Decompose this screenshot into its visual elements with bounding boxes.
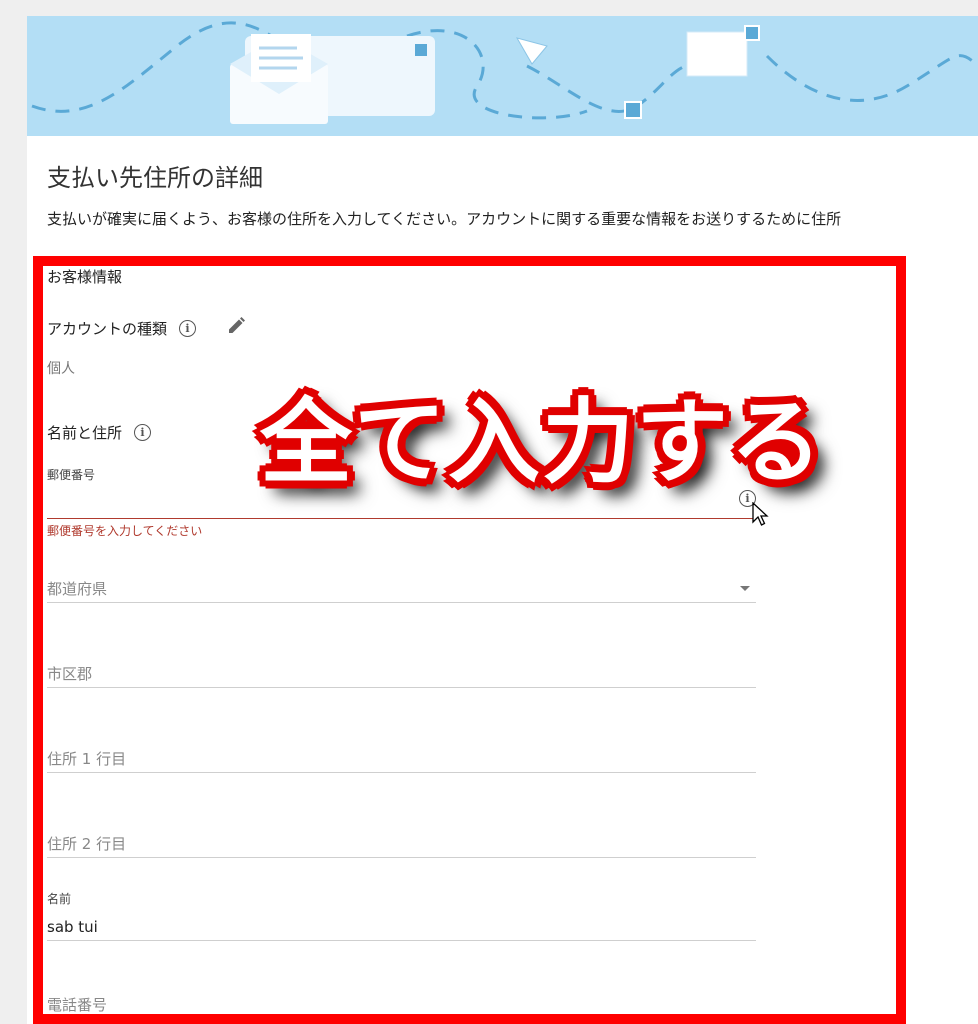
- annotation-callout: 全て入力する: [260, 389, 825, 496]
- address-line2-field: [47, 831, 756, 858]
- address-line1-field: [47, 746, 756, 773]
- city-input[interactable]: [47, 661, 756, 687]
- info-icon[interactable]: i: [179, 319, 197, 337]
- phone-input[interactable]: [47, 992, 756, 1018]
- header-banner: [27, 16, 978, 136]
- page-description: 支払いが確実に届くよう、お客様の住所を入力してください。アカウントに関する重要な…: [47, 210, 842, 228]
- name-label: 名前: [47, 892, 72, 906]
- address-line1-input[interactable]: [47, 746, 756, 772]
- name-address-label: 名前と住所: [47, 424, 123, 442]
- prefecture-select[interactable]: [47, 576, 756, 603]
- account-type-row: アカウントの種類 i: [47, 316, 246, 340]
- address-line2-input[interactable]: [47, 831, 756, 857]
- mouse-cursor-icon: [752, 502, 769, 526]
- name-input[interactable]: [47, 914, 756, 940]
- account-type-value: 個人: [47, 361, 75, 377]
- billing-address-card: 支払い先住所の詳細 支払いが確実に届くよう、お客様の住所を入力してください。アカ…: [27, 16, 978, 1024]
- info-icon[interactable]: i: [134, 424, 152, 441]
- page-title: 支払い先住所の詳細: [47, 164, 263, 192]
- postal-code-label: 郵便番号: [47, 468, 96, 482]
- chevron-down-icon[interactable]: [740, 586, 750, 591]
- pencil-icon[interactable]: [226, 316, 246, 340]
- customer-info-heading: お客様情報: [47, 268, 123, 286]
- prefecture-input[interactable]: [47, 576, 756, 602]
- city-field: [47, 661, 756, 688]
- account-type-label: アカウントの種類: [47, 319, 168, 338]
- name-address-row: 名前と住所 i: [47, 422, 152, 443]
- banner-illustration: [31, 21, 978, 124]
- postal-code-error: 郵便番号を入力してください: [47, 524, 203, 538]
- phone-field: [47, 992, 756, 1018]
- name-field: [47, 914, 756, 941]
